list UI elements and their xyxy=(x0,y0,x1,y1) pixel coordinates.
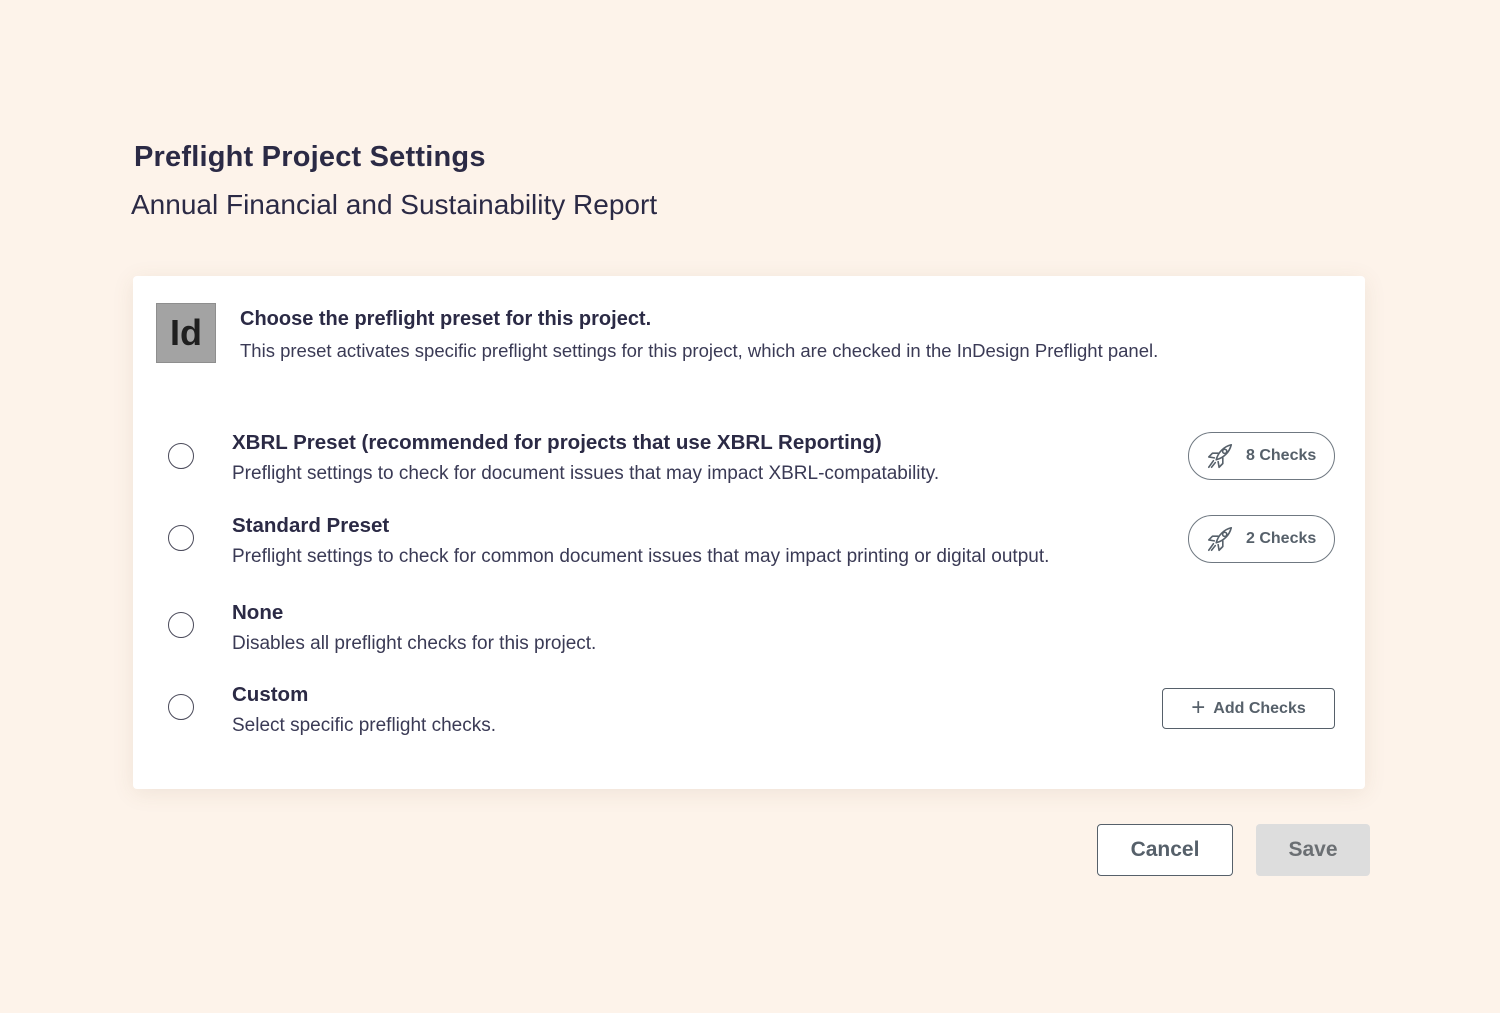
standard-checks-button[interactable]: 2 Checks xyxy=(1188,515,1335,563)
option-description: Preflight settings to check for common d… xyxy=(232,546,1050,567)
checks-count: 8 Checks xyxy=(1246,447,1317,464)
page-subtitle: Annual Financial and Sustainability Repo… xyxy=(131,189,658,220)
cancel-button[interactable]: Cancel xyxy=(1097,824,1233,876)
checks-count: 2 Checks xyxy=(1246,530,1317,547)
radio-custom[interactable] xyxy=(168,694,194,720)
add-checks-button[interactable]: + Add Checks xyxy=(1162,688,1335,729)
intro-description: This preset activates specific preflight… xyxy=(240,340,1159,361)
app-icon-label: Id xyxy=(170,312,202,353)
option-label: Standard Preset xyxy=(232,514,390,537)
rocket-icon xyxy=(1207,443,1233,469)
option-description: Select specific preflight checks. xyxy=(232,715,497,736)
indesign-app-icon: Id xyxy=(156,303,216,363)
plus-icon: + xyxy=(1191,693,1206,721)
option-description: Preflight settings to check for document… xyxy=(232,463,940,484)
xbrl-checks-button[interactable]: 8 Checks xyxy=(1188,432,1335,480)
option-custom[interactable]: Custom Select specific preflight checks.… xyxy=(133,683,1365,753)
option-xbrl[interactable]: XBRL Preset (recommended for projects th… xyxy=(133,431,1365,501)
radio-none[interactable] xyxy=(168,612,194,638)
option-description: Disables all preflight checks for this p… xyxy=(232,633,597,654)
option-label: XBRL Preset (recommended for projects th… xyxy=(232,431,882,454)
option-label: Custom xyxy=(232,683,309,706)
page-title: Preflight Project Settings xyxy=(134,141,486,173)
rocket-icon xyxy=(1207,526,1233,552)
add-checks-label: Add Checks xyxy=(1213,699,1306,717)
radio-standard[interactable] xyxy=(168,525,194,551)
radio-xbrl[interactable] xyxy=(168,443,194,469)
intro-title: Choose the preflight preset for this pro… xyxy=(240,308,652,330)
option-label: None xyxy=(232,601,284,624)
save-button[interactable]: Save xyxy=(1256,824,1370,876)
option-standard[interactable]: Standard Preset Preflight settings to ch… xyxy=(133,514,1365,584)
option-none[interactable]: None Disables all preflight checks for t… xyxy=(133,601,1365,671)
preset-card: Id Choose the preflight preset for this … xyxy=(133,276,1365,789)
